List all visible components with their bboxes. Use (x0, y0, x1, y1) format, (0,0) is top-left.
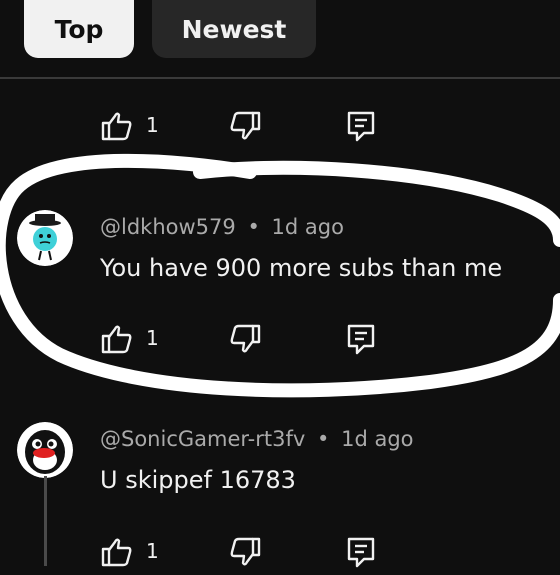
like-button[interactable] (100, 322, 134, 356)
filter-chip-top[interactable]: Top (24, 0, 134, 58)
divider (0, 77, 560, 79)
like-count: 1 (146, 539, 159, 563)
reply-button[interactable] (344, 109, 378, 143)
dislike-button[interactable] (228, 322, 262, 356)
reply-icon (347, 324, 375, 355)
thumbs-down-icon (230, 324, 261, 353)
thread-line (44, 476, 47, 566)
reply-button[interactable] (344, 322, 378, 356)
comment-timestamp[interactable]: 1d ago (341, 427, 413, 451)
comment-text: You have 900 more subs than me (100, 254, 503, 282)
meta-separator: • (317, 427, 330, 451)
like-button[interactable] (100, 109, 134, 143)
reply-button[interactable] (344, 535, 378, 569)
avatar[interactable] (17, 422, 73, 478)
avatar-image (17, 210, 73, 266)
thumbs-up-icon (101, 325, 132, 354)
like-count: 1 (146, 326, 159, 350)
comment-meta: @ldkhow579 • 1d ago (100, 215, 344, 239)
filter-chip-top-label: Top (54, 14, 104, 44)
comment-author[interactable]: @SonicGamer-rt3fv (100, 427, 305, 451)
meta-separator: • (247, 215, 260, 239)
thumbs-up-icon (101, 538, 132, 567)
dislike-button[interactable] (228, 109, 262, 143)
avatar[interactable] (17, 210, 73, 266)
dislike-button[interactable] (228, 535, 262, 569)
comment-author[interactable]: @ldkhow579 (100, 215, 236, 239)
thumbs-down-icon (230, 111, 261, 140)
filter-chip-newest[interactable]: Newest (152, 0, 316, 58)
filter-chip-newest-label: Newest (181, 14, 287, 44)
comment-text: U skippef 16783 (100, 466, 296, 494)
thumbs-down-icon (230, 537, 261, 566)
reply-icon (347, 537, 375, 568)
comment-timestamp[interactable]: 1d ago (272, 215, 344, 239)
thumbs-up-icon (101, 112, 132, 141)
comment-meta: @SonicGamer-rt3fv • 1d ago (100, 427, 414, 451)
reply-icon (347, 111, 375, 142)
like-button[interactable] (100, 535, 134, 569)
like-count: 1 (146, 113, 159, 137)
avatar-image (17, 422, 73, 478)
